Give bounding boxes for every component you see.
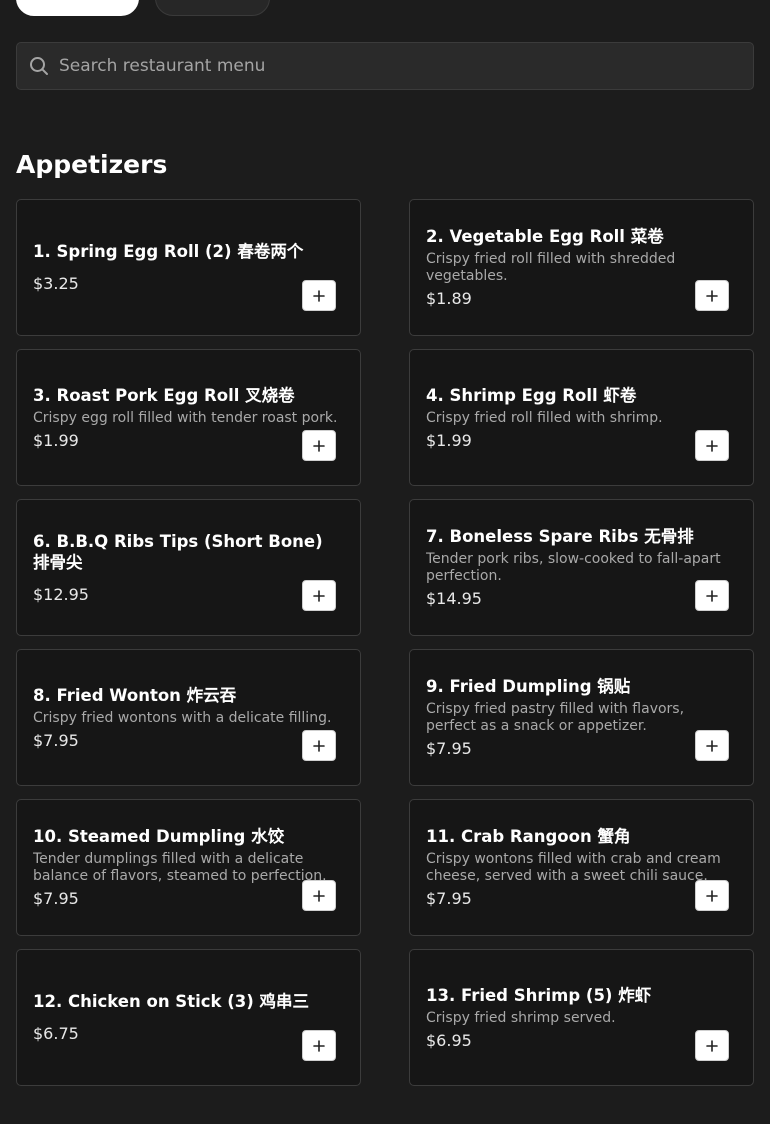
add-to-cart-button[interactable] — [695, 430, 729, 461]
menu-item-card: 2. Vegetable Egg Roll 菜卷 Crispy fried ro… — [409, 199, 754, 336]
menu-item-name: 2. Vegetable Egg Roll 菜卷 — [426, 227, 664, 246]
plus-icon — [313, 589, 325, 602]
menu-item-card: 7. Boneless Spare Ribs 无骨排 Tender pork r… — [409, 499, 754, 636]
menu-item-description: Crispy fried pastry filled with flavors,… — [426, 701, 685, 734]
menu-item-description: Crispy fried roll filled with shredded v… — [426, 251, 676, 284]
add-to-cart-button[interactable] — [302, 580, 336, 611]
menu-items-grid: 1. Spring Egg Roll (2) 春卷两个 $3.25 2. Veg… — [16, 199, 754, 1086]
add-to-cart-button[interactable] — [695, 580, 729, 611]
menu-item-name: 10. Steamed Dumpling 水饺 — [33, 827, 285, 846]
menu-item-price: $1.99 — [426, 430, 472, 450]
add-to-cart-button[interactable] — [302, 880, 336, 911]
menu-item-card: 3. Roast Pork Egg Roll 叉烧卷 Crispy egg ro… — [16, 349, 361, 486]
plus-icon — [706, 739, 718, 752]
add-to-cart-button[interactable] — [302, 1030, 336, 1061]
menu-item-card: 4. Shrimp Egg Roll 虾卷 Crispy fried roll … — [409, 349, 754, 486]
menu-item-price: $1.99 — [33, 430, 79, 450]
menu-item-name: 12. Chicken on Stick (3) 鸡串三 — [33, 992, 310, 1011]
plus-icon — [313, 289, 325, 302]
menu-item-name: 13. Fried Shrimp (5) 炸虾 — [426, 985, 652, 1005]
menu-item-price: $12.95 — [33, 584, 89, 604]
menu-item-name: 7. Boneless Spare Ribs 无骨排 — [426, 527, 694, 546]
add-to-cart-button[interactable] — [302, 430, 336, 461]
menu-item-name: 4. Shrimp Egg Roll 虾卷 — [426, 385, 637, 405]
menu-item-card: 12. Chicken on Stick (3) 鸡串三 $6.75 — [16, 949, 361, 1086]
add-to-cart-button[interactable] — [695, 280, 729, 311]
menu-item-price: $7.95 — [426, 739, 472, 758]
plus-icon — [706, 1039, 718, 1052]
menu-item-card: 10. Steamed Dumpling 水饺 Tender dumplings… — [16, 799, 361, 936]
menu-item-price: $3.25 — [33, 274, 79, 293]
menu-item-description: Crispy wontons filled with crab and crea… — [426, 851, 721, 884]
menu-item-description: Tender pork ribs, slow-cooked to fall-ap… — [426, 551, 721, 584]
plus-icon — [313, 1039, 325, 1052]
menu-item-card: 8. Fried Wonton 炸云吞 Crispy fried wontons… — [16, 649, 361, 786]
menu-item-description: Crispy fried roll filled with shrimp. — [426, 409, 663, 426]
category-tab-active[interactable] — [16, 0, 139, 16]
menu-item-price: $6.75 — [33, 1024, 79, 1043]
menu-item-description: Crispy egg roll filled with tender roast… — [33, 409, 338, 426]
add-to-cart-button[interactable] — [695, 880, 729, 911]
menu-item-name: 11. Crab Rangoon 蟹角 — [426, 827, 631, 846]
search-bar[interactable] — [16, 42, 754, 90]
add-to-cart-button[interactable] — [695, 1030, 729, 1061]
plus-icon — [313, 739, 325, 752]
menu-item-name: 6. B.B.Q Ribs Tips (Short Bone) 排骨尖 — [33, 531, 323, 572]
menu-item-card: 1. Spring Egg Roll (2) 春卷两个 $3.25 — [16, 199, 361, 336]
menu-item-name: 1. Spring Egg Roll (2) 春卷两个 — [33, 242, 304, 261]
section-title: Appetizers — [16, 150, 168, 179]
add-to-cart-button[interactable] — [302, 280, 336, 311]
menu-item-price: $6.95 — [426, 1030, 472, 1050]
menu-item-card: 13. Fried Shrimp (5) 炸虾 Crispy fried shr… — [409, 949, 754, 1086]
menu-item-card: 6. B.B.Q Ribs Tips (Short Bone) 排骨尖 $12.… — [16, 499, 361, 636]
plus-icon — [706, 589, 718, 602]
menu-item-description: Tender dumplings filled with a delicate … — [33, 851, 327, 884]
menu-item-card: 11. Crab Rangoon 蟹角 Crispy wontons fille… — [409, 799, 754, 936]
menu-item-description: Crispy fried wontons with a delicate fil… — [33, 709, 332, 726]
menu-item-price: $14.95 — [426, 589, 482, 608]
plus-icon — [706, 439, 718, 452]
category-tabs — [16, 0, 270, 16]
plus-icon — [313, 889, 325, 902]
add-to-cart-button[interactable] — [695, 730, 729, 761]
menu-item-description: Crispy fried shrimp served. — [426, 1009, 616, 1026]
menu-item-price: $7.95 — [33, 889, 79, 908]
add-to-cart-button[interactable] — [302, 730, 336, 761]
menu-item-price: $1.89 — [426, 289, 472, 308]
menu-item-name: 8. Fried Wonton 炸云吞 — [33, 685, 237, 705]
menu-item-price: $7.95 — [426, 889, 472, 908]
category-tab[interactable] — [155, 0, 270, 16]
search-input[interactable] — [59, 56, 753, 76]
menu-item-name: 9. Fried Dumpling 锅贴 — [426, 677, 631, 696]
plus-icon — [706, 889, 718, 902]
plus-icon — [706, 289, 718, 302]
menu-item-price: $7.95 — [33, 730, 79, 750]
menu-item-name: 3. Roast Pork Egg Roll 叉烧卷 — [33, 385, 295, 405]
menu-item-card: 9. Fried Dumpling 锅贴 Crispy fried pastry… — [409, 649, 754, 786]
plus-icon — [313, 439, 325, 452]
search-icon — [29, 56, 49, 76]
